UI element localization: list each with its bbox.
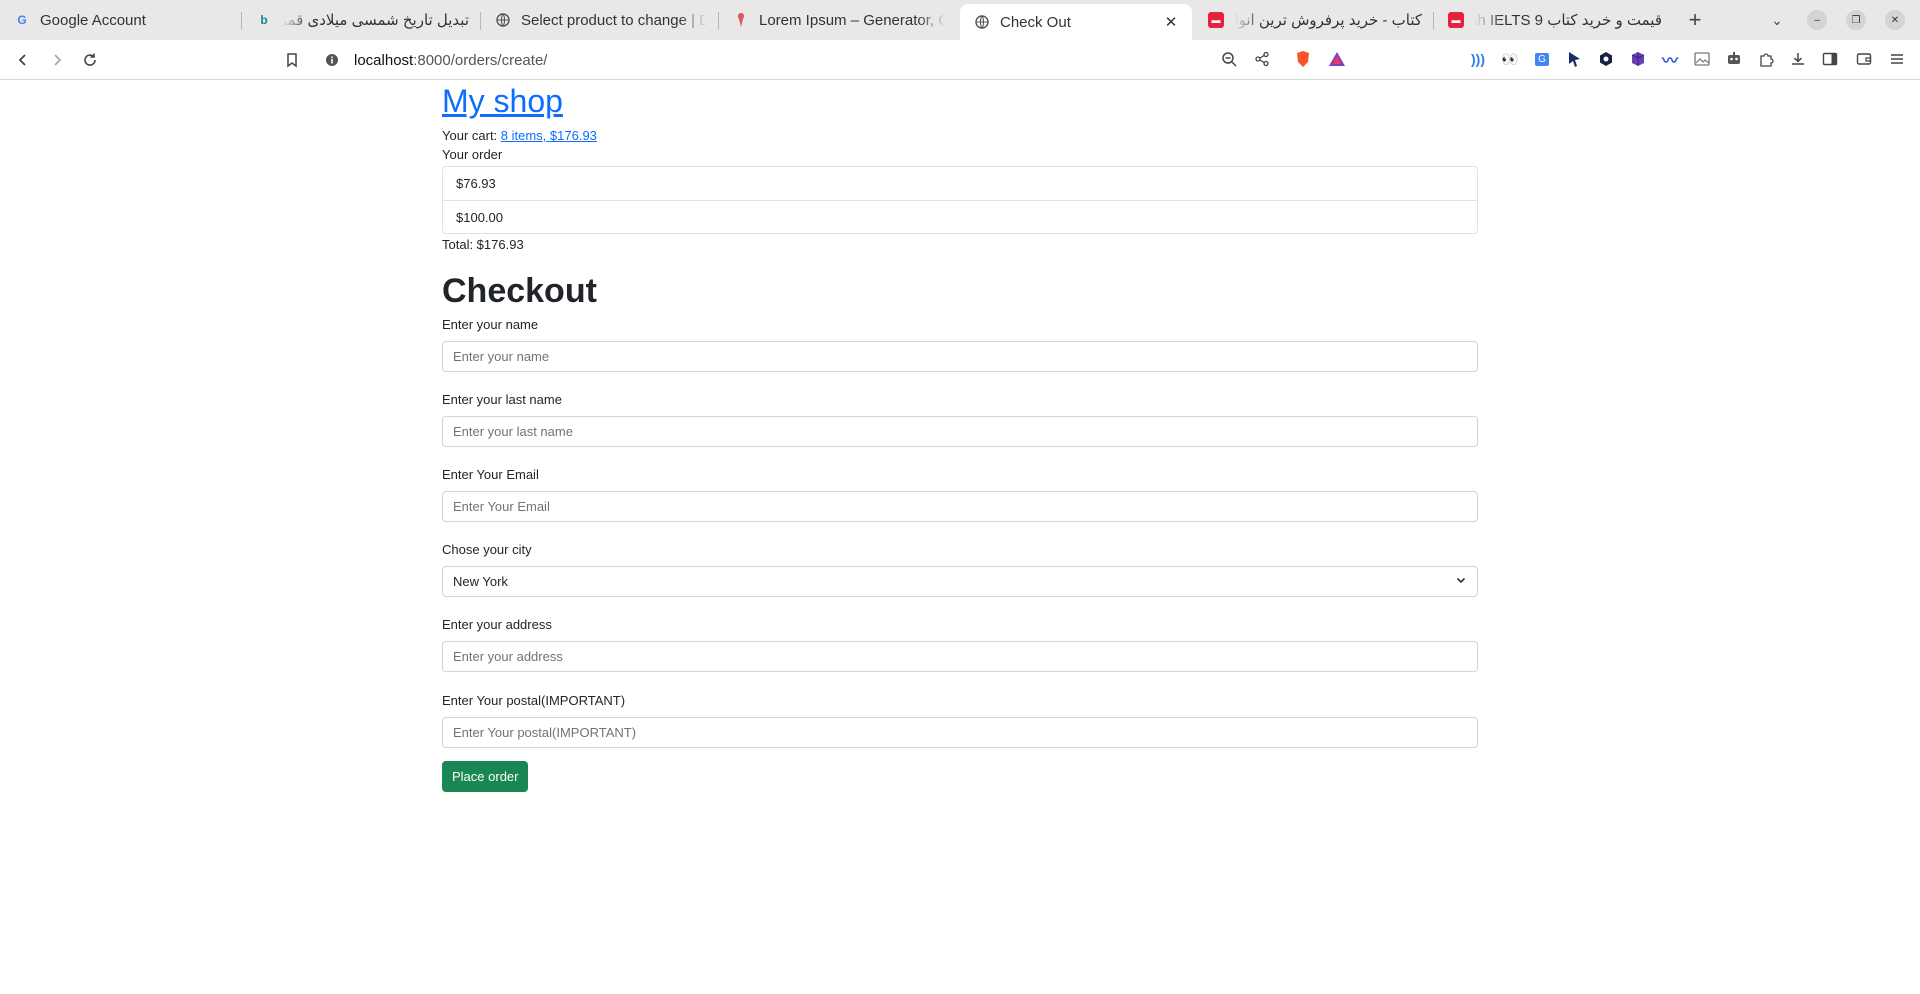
city-field-group: Chose your city New York <box>442 542 1478 597</box>
checkout-title: Checkout <box>442 272 597 310</box>
name-input[interactable]: Enter your name <box>442 341 1478 372</box>
extension-hex-icon[interactable] <box>1596 49 1616 69</box>
tab-title: قیمت و خرید کتاب English IELTS 9 <box>1474 12 1662 29</box>
restore-icon[interactable]: ❐ <box>1846 10 1866 30</box>
tab-lorem-ipsum[interactable]: Lorem Ipsum – Generator, Origins <box>719 4 958 36</box>
extension-eyes-icon[interactable]: 👀 <box>1500 49 1520 69</box>
tab-date-converter[interactable]: b تبدیل تاریخ شمسی میلادی قمری <box>242 4 481 36</box>
extensions-puzzle-icon[interactable] <box>1756 49 1776 69</box>
tab-list-chevron-icon[interactable]: ⌄ <box>1765 8 1789 32</box>
globe-icon <box>974 14 990 30</box>
page-content: My shop Your cart: 8 items, $176.93 Your… <box>442 82 1478 792</box>
tab-ielts-book[interactable]: ▬ قیمت و خرید کتاب English IELTS 9 <box>1434 4 1674 36</box>
bing-icon: b <box>260 13 268 27</box>
chevron-down-icon <box>1455 574 1467 589</box>
minimize-icon[interactable]: – <box>1807 10 1827 30</box>
brave-rewards-icon[interactable] <box>1327 49 1347 69</box>
bookmark-icon[interactable] <box>280 48 304 72</box>
taaghche-icon: ▬ <box>1448 12 1464 28</box>
tab-check-out[interactable]: Check Out ✕ <box>960 4 1192 40</box>
email-label: Enter Your Email <box>442 467 539 482</box>
name-field-group: Enter your name Enter your name <box>442 317 1478 372</box>
address-input[interactable]: Enter your address <box>442 641 1478 672</box>
google-icon: G <box>17 13 27 27</box>
address-label: Enter your address <box>442 617 552 632</box>
last-name-field-group: Enter your last name Enter your last nam… <box>442 392 1478 447</box>
cart-label: Your cart: <box>442 128 501 143</box>
order-item: $100.00 <box>443 200 1477 233</box>
extension-image-icon[interactable] <box>1692 49 1712 69</box>
postal-field-group: Enter Your postal(IMPORTANT) Enter Your … <box>442 693 1478 748</box>
city-select[interactable]: New York <box>442 566 1478 597</box>
postal-input[interactable]: Enter Your postal(IMPORTANT) <box>442 717 1478 748</box>
sidebar-icon[interactable] <box>1820 49 1840 69</box>
order-label: Your order <box>442 147 503 162</box>
menu-icon[interactable] <box>1887 49 1907 69</box>
lorem-icon <box>733 12 749 28</box>
city-label: Chose your city <box>442 542 532 557</box>
forward-icon[interactable] <box>45 48 69 72</box>
back-icon[interactable] <box>11 48 35 72</box>
last-name-input[interactable]: Enter your last name <box>442 416 1478 447</box>
share-icon[interactable] <box>1252 49 1272 69</box>
site-info-icon[interactable] <box>320 48 344 72</box>
brave-shields-icon[interactable] <box>1293 49 1313 69</box>
extension-wave-icon[interactable]: 〰 <box>1660 49 1680 70</box>
tab-title: تبدیل تاریخ شمسی میلادی قمری <box>282 12 469 29</box>
wallet-icon[interactable] <box>1854 49 1874 69</box>
browser-toolbar: localhost:8000/orders/create/ ))) 👀 G 〰 <box>0 40 1920 80</box>
last-name-label: Enter your last name <box>442 392 562 407</box>
zoom-out-icon[interactable] <box>1219 49 1239 69</box>
url-host: localhost <box>354 51 414 69</box>
google-translate-icon[interactable]: G <box>1532 49 1552 69</box>
order-total: Total: $176.93 <box>442 237 524 252</box>
tab-title: Google Account <box>40 11 146 29</box>
shop-title-link[interactable]: My shop <box>442 82 563 120</box>
email-input[interactable]: Enter Your Email <box>442 491 1478 522</box>
taaghche-icon: ▬ <box>1208 12 1224 28</box>
name-label: Enter your name <box>442 317 539 332</box>
tab-title: Check Out <box>1000 13 1071 31</box>
tab-django-admin[interactable]: Select product to change | Django <box>481 4 719 36</box>
place-order-button[interactable]: Place order <box>442 761 529 792</box>
tab-google-account[interactable]: G Google Account <box>0 4 242 36</box>
tab-taaghche-books[interactable]: ▬ کتاب - خرید پرفروش ترین انواع کتاب <box>1194 4 1434 36</box>
order-item: $76.93 <box>456 176 496 191</box>
cart-link[interactable]: 8 items, $176.93 <box>501 128 597 143</box>
postal-label: Enter Your postal(IMPORTANT) <box>442 693 626 708</box>
globe-icon <box>495 12 511 28</box>
tab-title: کتاب - خرید پرفروش ترین انواع کتاب <box>1234 12 1422 29</box>
city-selected-value: New York <box>453 574 508 589</box>
extension-cursor-icon[interactable] <box>1564 49 1584 69</box>
order-list: $76.93 $100.00 <box>442 166 1478 234</box>
close-tab-icon[interactable]: ✕ <box>1162 13 1180 31</box>
extension-robot-icon[interactable] <box>1724 49 1744 69</box>
reload-icon[interactable] <box>78 48 102 72</box>
cart-summary: Your cart: 8 items, $176.93 <box>442 128 1478 144</box>
new-tab-icon[interactable]: + <box>1683 7 1707 32</box>
tab-title: Lorem Ipsum – Generator, Origins <box>759 11 946 29</box>
extension-audio-icon[interactable]: ))) <box>1468 49 1488 69</box>
close-window-icon[interactable]: ✕ <box>1885 10 1905 30</box>
address-field-group: Enter your address Enter your address <box>442 617 1478 672</box>
extension-cube-icon[interactable] <box>1628 49 1648 69</box>
tab-title: Select product to change | Django <box>521 11 707 29</box>
browser-tab-bar: G Google Account b تبدیل تاریخ شمسی میلا… <box>0 0 1920 40</box>
download-icon[interactable] <box>1788 49 1808 69</box>
email-field-group: Enter Your Email Enter Your Email <box>442 467 1478 522</box>
url-path: :8000/orders/create/ <box>413 51 548 69</box>
